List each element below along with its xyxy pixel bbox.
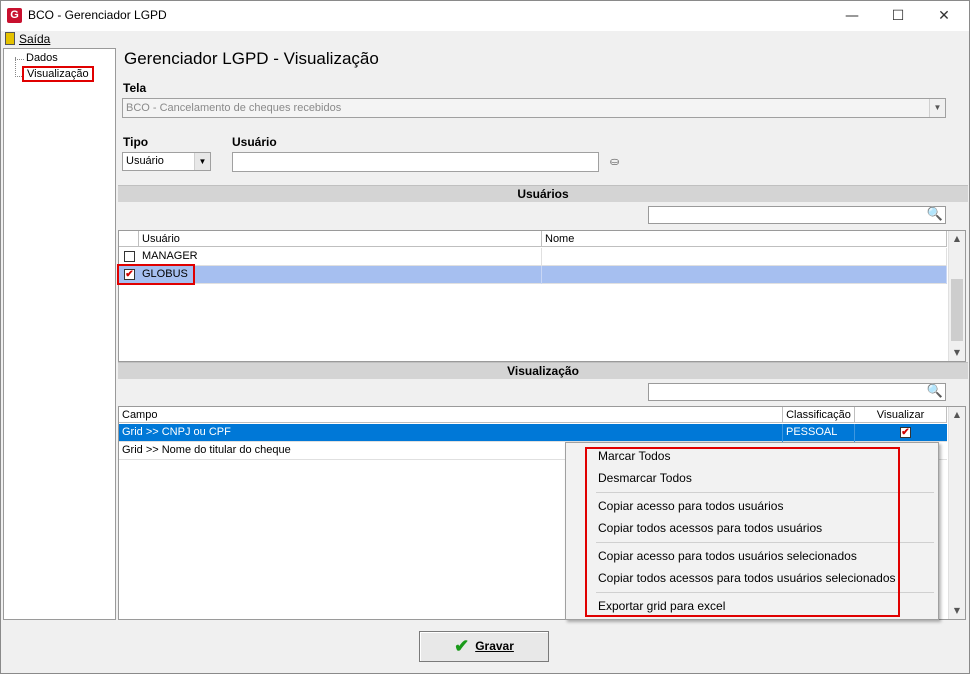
view-campo-cell: Grid >> CNPJ ou CPF: [119, 424, 783, 442]
users-column-usuario[interactable]: Usuário: [139, 231, 542, 247]
binoculars-icon[interactable]: ⛀: [610, 155, 619, 168]
scroll-up-icon[interactable]: ▲: [949, 407, 965, 423]
view-search-input[interactable]: 🔍: [648, 383, 946, 401]
view-column-visualizar[interactable]: Visualizar: [855, 407, 947, 423]
user-fullname-cell: [542, 266, 947, 284]
tela-select[interactable]: BCO - Cancelamento de cheques recebidos …: [122, 98, 946, 118]
scroll-up-icon[interactable]: ▲: [949, 231, 965, 247]
exit-menu-label: Saída: [19, 32, 51, 46]
users-grid-header: Usuário Nome: [119, 231, 947, 247]
maximize-button[interactable]: ☐: [875, 1, 921, 31]
minimize-button[interactable]: —: [829, 1, 875, 31]
users-column-nome[interactable]: Nome: [542, 231, 947, 247]
user-name-cell: MANAGER: [139, 248, 542, 266]
chevron-down-icon: ▼: [194, 153, 210, 170]
chevron-down-icon: ▼: [929, 99, 945, 117]
search-icon[interactable]: 🔍: [927, 207, 943, 222]
tela-label: Tela: [123, 81, 147, 95]
exit-menu[interactable]: Saída: [5, 32, 50, 46]
tipo-select-value: Usuário: [126, 155, 164, 167]
table-row[interactable]: Grid >> CNPJ ou CPF PESSOAL ✔: [119, 424, 947, 442]
view-grid-header: Campo Classificação Visualizar: [119, 407, 947, 423]
scrollbar-thumb[interactable]: [951, 279, 963, 341]
save-button[interactable]: ✔ Gravar: [419, 631, 549, 662]
users-section-header: Usuários: [118, 185, 968, 202]
tree-connector: [15, 57, 16, 77]
navigation-tree: Dados Visualização: [3, 48, 116, 620]
tipo-label: Tipo: [123, 135, 149, 149]
app-window: G BCO - Gerenciador LGPD — ☐ ✕ Saída Dad…: [0, 0, 970, 674]
user-name-cell: GLOBUS: [139, 266, 542, 284]
close-button[interactable]: ✕: [921, 1, 967, 31]
title-bar: G BCO - Gerenciador LGPD — ☐ ✕: [1, 1, 969, 31]
highlight-box-globus: [117, 264, 195, 285]
view-section-header: Visualização: [118, 362, 968, 379]
tree-item-visualizacao[interactable]: Visualização: [22, 66, 94, 82]
user-fullname-cell: [542, 248, 947, 266]
users-search-input[interactable]: 🔍: [648, 206, 946, 224]
view-column-campo[interactable]: Campo: [119, 407, 783, 423]
tree-item-dados[interactable]: Dados: [26, 52, 58, 64]
tipo-select[interactable]: Usuário ▼: [122, 152, 211, 171]
highlight-box-context-menu: [585, 447, 900, 617]
users-grid-scrollbar[interactable]: ▲ ▼: [948, 231, 965, 361]
exit-door-icon: [5, 32, 15, 45]
view-grid-scrollbar[interactable]: ▲ ▼: [948, 407, 965, 619]
tree-connector: [15, 59, 24, 60]
page-title: Gerenciador LGPD - Visualização: [124, 49, 379, 68]
view-visualizar-cell: ✔: [855, 424, 947, 442]
users-grid-check-column: [119, 231, 139, 247]
scroll-down-icon[interactable]: ▼: [949, 345, 965, 361]
usuario-input[interactable]: [232, 152, 599, 172]
check-icon: ✔: [454, 636, 470, 656]
app-logo-icon: G: [7, 8, 22, 23]
window-title: BCO - Gerenciador LGPD: [28, 8, 167, 22]
save-button-label: Gravar: [475, 639, 514, 653]
search-icon[interactable]: 🔍: [927, 384, 943, 399]
users-grid: Usuário Nome MANAGER ✔ GLOBUS ▲ ▼: [118, 230, 966, 362]
tela-select-value: BCO - Cancelamento de cheques recebidos: [126, 102, 342, 114]
user-row-checkbox[interactable]: [124, 251, 135, 262]
table-row[interactable]: ✔ GLOBUS: [119, 266, 947, 284]
menu-bar: Saída: [1, 31, 969, 48]
scroll-down-icon[interactable]: ▼: [949, 603, 965, 619]
visualizar-checkbox[interactable]: ✔: [900, 427, 911, 438]
view-column-classificacao[interactable]: Classificação: [783, 407, 855, 423]
table-row[interactable]: MANAGER: [119, 248, 947, 266]
view-classificacao-cell: PESSOAL: [783, 424, 855, 442]
usuario-label: Usuário: [232, 135, 277, 149]
